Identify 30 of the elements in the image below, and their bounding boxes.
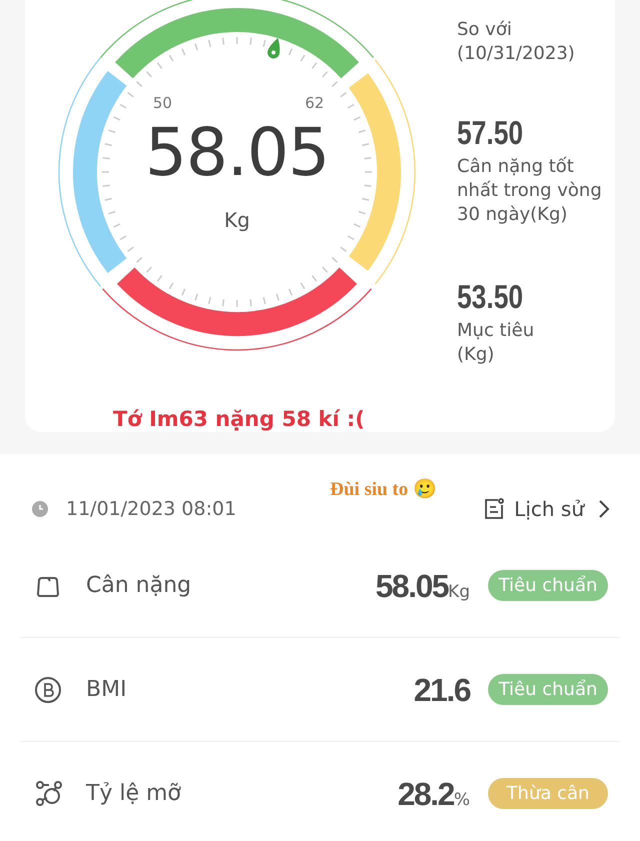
weight-unit: Kg (223, 207, 251, 234)
stat-label: Cân nặng tốt nhất trong vòng 30 ngày(Kg) (457, 155, 602, 227)
stat-value: 57.50 (457, 116, 524, 149)
metric-value: 21.6 (414, 670, 470, 710)
metric-name: Tỷ lệ mỡ (86, 780, 181, 808)
metric-unit: Kg (448, 582, 470, 604)
metric-value: 58.05 (375, 566, 448, 606)
status-tag: Thừa cân (488, 778, 608, 809)
bmi-icon (34, 674, 64, 704)
record-time: 11/01/2023 08:01 (66, 496, 236, 522)
stat-label: So với (10/31/2023) (457, 18, 575, 66)
history-icon (482, 497, 506, 521)
metric-value: 28.2 (398, 774, 454, 814)
stat-label: Mục tiêu (Kg) (457, 319, 536, 367)
status-tag: Tiêu chuẩn (488, 674, 608, 705)
metric-name: BMI (86, 676, 127, 704)
status-tag: Tiêu chuẩn (488, 570, 608, 601)
chevron-icon[interactable] (598, 499, 610, 519)
note-text: Đùi siu to 🥲 (330, 478, 437, 502)
stat-value: 53.50 (457, 280, 524, 313)
caption-text: Tớ Im63 nặng 58 kí :( (113, 406, 365, 433)
weight-value: 58.05 (144, 120, 330, 186)
scale-label: 62 (305, 93, 324, 114)
gauge-pointer (268, 38, 280, 58)
molecule-icon (34, 778, 64, 808)
history-link[interactable]: Lịch sử (514, 494, 584, 524)
scale-label: 50 (153, 93, 172, 114)
metric-name: Cân nặng (86, 572, 192, 600)
metric-unit: % (454, 790, 470, 812)
clock-icon (32, 501, 48, 517)
